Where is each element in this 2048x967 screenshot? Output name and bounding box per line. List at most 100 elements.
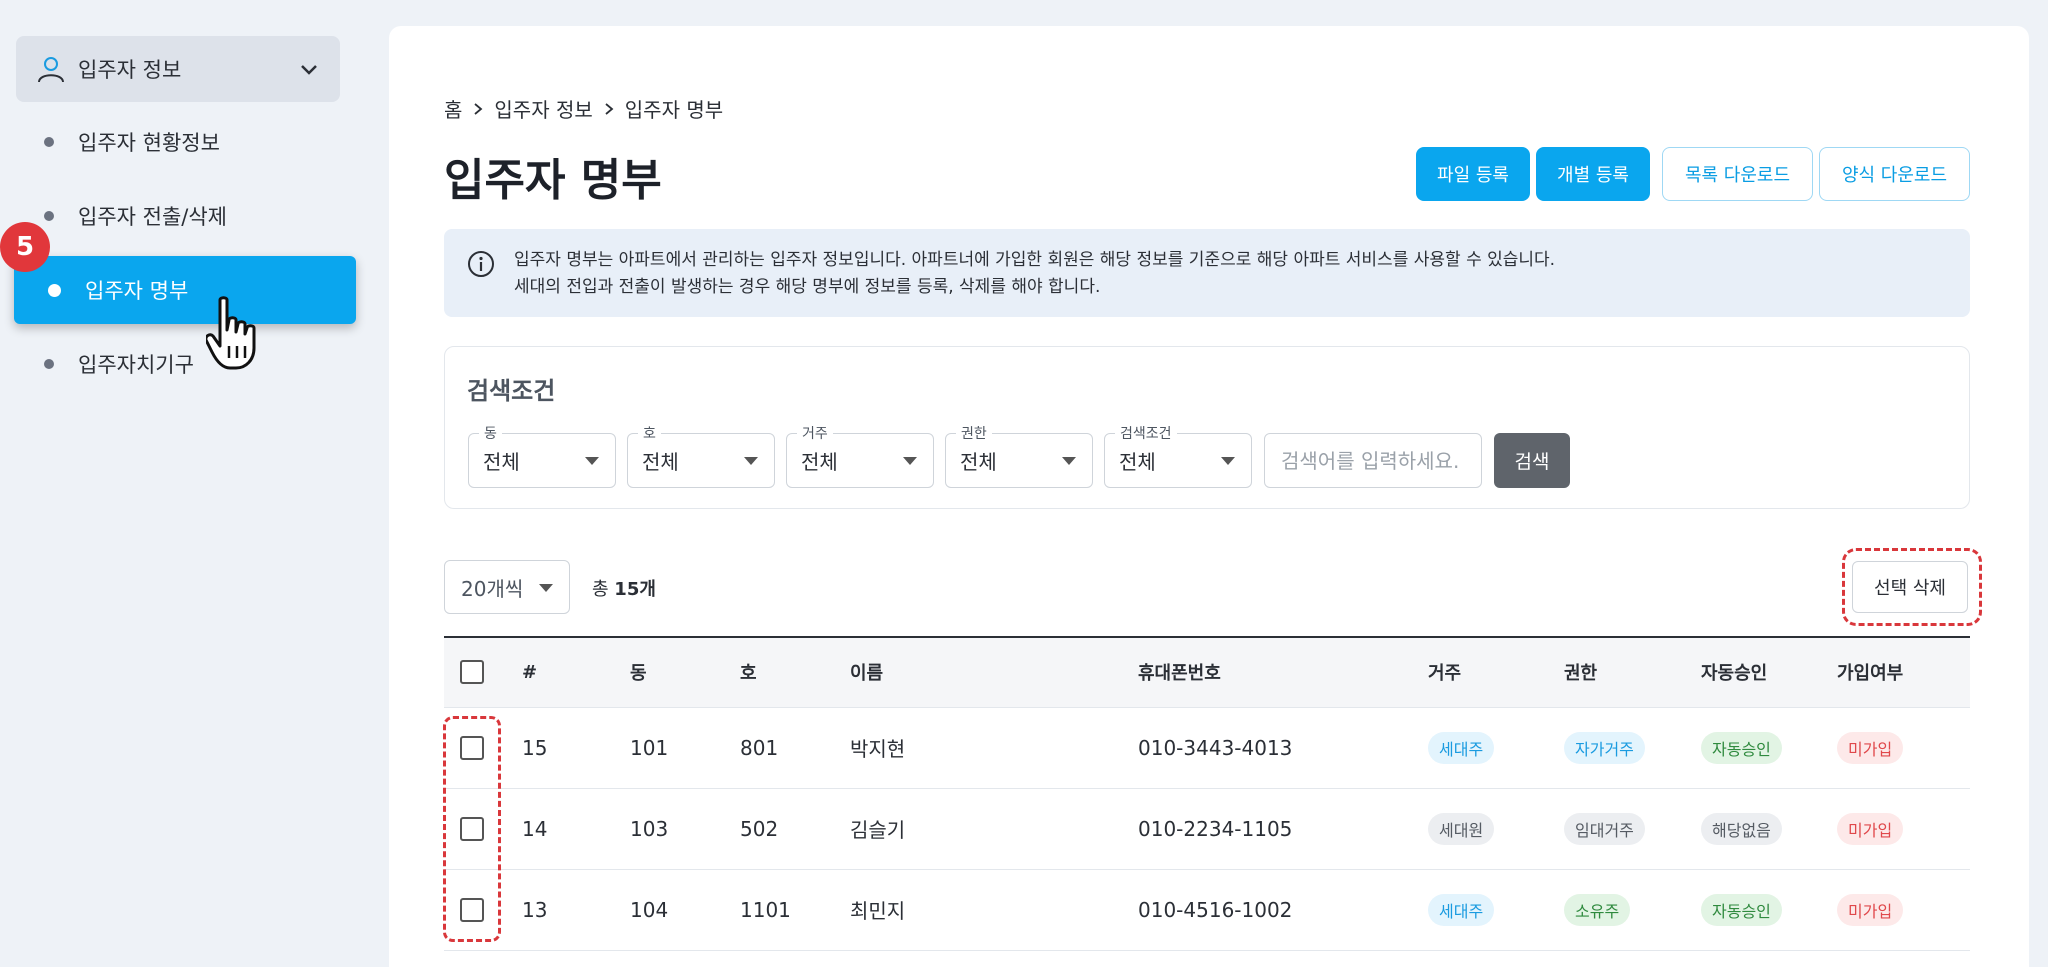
search-panel: 검색조건 동 전체 호 전체 거주 전체 권한 전체 검색조건 전체 검색 [444, 346, 1970, 509]
joined-badge: 미가입 [1837, 893, 1904, 926]
search-button[interactable]: 검색 [1494, 433, 1570, 488]
per-page-select[interactable]: 20개씩 [444, 560, 570, 614]
table-header-row: # 동 호 이름 휴대폰번호 거주 권한 자동승인 가입여부 [444, 636, 1970, 708]
sidebar-group-resident-info[interactable]: 입주자 정보 [16, 36, 340, 102]
select-all-cell [444, 636, 522, 708]
header-no: # [522, 636, 630, 708]
breadcrumb-home[interactable]: 홈 [444, 94, 462, 123]
cell-name: 최민지 [850, 869, 1138, 951]
breadcrumb: 홈 입주자 정보 입주자 명부 [444, 94, 723, 123]
cell-authority: 소유주 [1564, 869, 1701, 951]
authority-badge: 임대거주 [1564, 812, 1645, 845]
cell-residence: 세대주 [1428, 869, 1564, 951]
bullet-icon [44, 211, 54, 221]
sidebar-group-label: 입주자 정보 [78, 58, 182, 82]
chevron-right-icon [605, 102, 614, 115]
table-row[interactable]: 14 103 502 김슬기 010-2234-1105 세대원 임대거주 해당… [444, 788, 1970, 870]
cell-joined: 미가입 [1837, 869, 1970, 951]
search-input[interactable] [1264, 433, 1482, 488]
per-page-value: 20개씩 [461, 576, 524, 601]
filter-value: 전체 [801, 450, 838, 474]
highlight-row-checkboxes [443, 716, 501, 942]
filter-label: 거주 [797, 423, 833, 443]
resident-table: # 동 호 이름 휴대폰번호 거주 권한 자동승인 가입여부 15 101 80… [444, 636, 1970, 951]
form-download-button[interactable]: 양식 다운로드 [1819, 147, 1970, 201]
notice-line-1: 입주자 명부는 아파트에서 관리하는 입주자 정보입니다. 아파트너에 가입한 … [514, 250, 1556, 270]
cell-no: 13 [522, 869, 630, 951]
caret-down-icon [585, 457, 599, 465]
cell-phone: 010-3443-4013 [1138, 707, 1428, 789]
joined-badge: 미가입 [1837, 731, 1904, 764]
sidebar-item-resident-status[interactable]: 입주자 현황정보 [14, 108, 356, 176]
authority-badge: 소유주 [1564, 893, 1631, 926]
breadcrumb-resident-info[interactable]: 입주자 정보 [494, 94, 592, 123]
user-icon [38, 57, 64, 83]
sidebar-item-resident-moveout[interactable]: 입주자 전출/삭제 [14, 182, 356, 250]
table-row[interactable]: 13 104 1101 최민지 010-4516-1002 세대주 소유주 자동… [444, 869, 1970, 951]
caret-down-icon [1221, 457, 1235, 465]
cell-ho: 1101 [740, 869, 850, 951]
cell-auto-approve: 자동승인 [1701, 707, 1837, 789]
filter-label: 권한 [956, 423, 992, 443]
chevron-right-icon [474, 102, 483, 115]
bullet-icon [44, 137, 54, 147]
info-notice: 입주자 명부는 아파트에서 관리하는 입주자 정보입니다. 아파트너에 가입한 … [444, 229, 1970, 317]
cell-ho: 502 [740, 788, 850, 870]
cell-dong: 103 [630, 788, 740, 870]
cell-no: 14 [522, 788, 630, 870]
caret-down-icon [539, 584, 553, 592]
info-icon [468, 251, 494, 277]
highlight-delete-button [1842, 548, 1982, 626]
hand-cursor-icon [206, 296, 256, 370]
cell-joined: 미가입 [1837, 707, 1970, 789]
sidebar-item-resident-roster[interactable]: 입주자 명부 [14, 256, 356, 324]
cell-authority: 임대거주 [1564, 788, 1701, 870]
page-title: 입주자 명부 [444, 155, 662, 206]
cell-dong: 101 [630, 707, 740, 789]
cell-phone: 010-4516-1002 [1138, 869, 1428, 951]
sidebar-item-resident-council[interactable]: 입주자치기구 [14, 330, 356, 398]
sidebar: 입주자 정보 입주자 현황정보 입주자 전출/삭제 입주자 명부 입주자치기구 … [0, 0, 358, 967]
auto-approve-badge: 자동승인 [1701, 731, 1782, 764]
cell-joined: 미가입 [1837, 788, 1970, 870]
header-dong: 동 [630, 636, 740, 708]
list-download-button[interactable]: 목록 다운로드 [1662, 147, 1813, 201]
header-authority: 권한 [1564, 636, 1701, 708]
file-register-button[interactable]: 파일 등록 [1416, 147, 1530, 201]
select-all-checkbox[interactable] [460, 660, 484, 685]
filter-dong-select[interactable]: 동 전체 [468, 423, 616, 488]
individual-register-button[interactable]: 개별 등록 [1536, 147, 1650, 201]
table-row[interactable]: 15 101 801 박지현 010-3443-4013 세대주 자가거주 자동… [444, 707, 1970, 789]
filter-value: 전체 [642, 450, 679, 474]
filter-residence-select[interactable]: 거주 전체 [786, 423, 934, 488]
filter-label: 검색조건 [1115, 423, 1177, 443]
header-name: 이름 [850, 636, 1138, 708]
total-prefix: 총 [592, 579, 615, 600]
filter-value: 전체 [960, 450, 997, 474]
sidebar-item-label: 입주자치기구 [78, 353, 194, 377]
sidebar-item-label: 입주자 전출/삭제 [78, 205, 227, 229]
filter-ho-select[interactable]: 호 전체 [627, 423, 775, 488]
sidebar-item-label: 입주자 명부 [85, 279, 189, 303]
total-count-value: 15개 [614, 579, 656, 600]
auto-approve-badge: 해당없음 [1701, 812, 1782, 845]
cell-residence: 세대주 [1428, 707, 1564, 789]
filter-label: 호 [638, 423, 661, 443]
caret-down-icon [903, 457, 917, 465]
cell-name: 박지현 [850, 707, 1138, 789]
cell-auto-approve: 자동승인 [1701, 869, 1837, 951]
residence-badge: 세대주 [1428, 731, 1495, 764]
filter-value: 전체 [483, 450, 520, 474]
step-badge: 5 [0, 222, 50, 272]
cell-residence: 세대원 [1428, 788, 1564, 870]
cell-auto-approve: 해당없음 [1701, 788, 1837, 870]
header-phone: 휴대폰번호 [1138, 636, 1428, 708]
residence-badge: 세대주 [1428, 893, 1495, 926]
cell-phone: 010-2234-1105 [1138, 788, 1428, 870]
filter-authority-select[interactable]: 권한 전체 [945, 423, 1093, 488]
total-count: 총 15개 [592, 575, 656, 601]
bullet-icon [44, 359, 54, 369]
header-ho: 호 [740, 636, 850, 708]
filter-condition-select[interactable]: 검색조건 전체 [1104, 423, 1252, 488]
cell-name: 김슬기 [850, 788, 1138, 870]
